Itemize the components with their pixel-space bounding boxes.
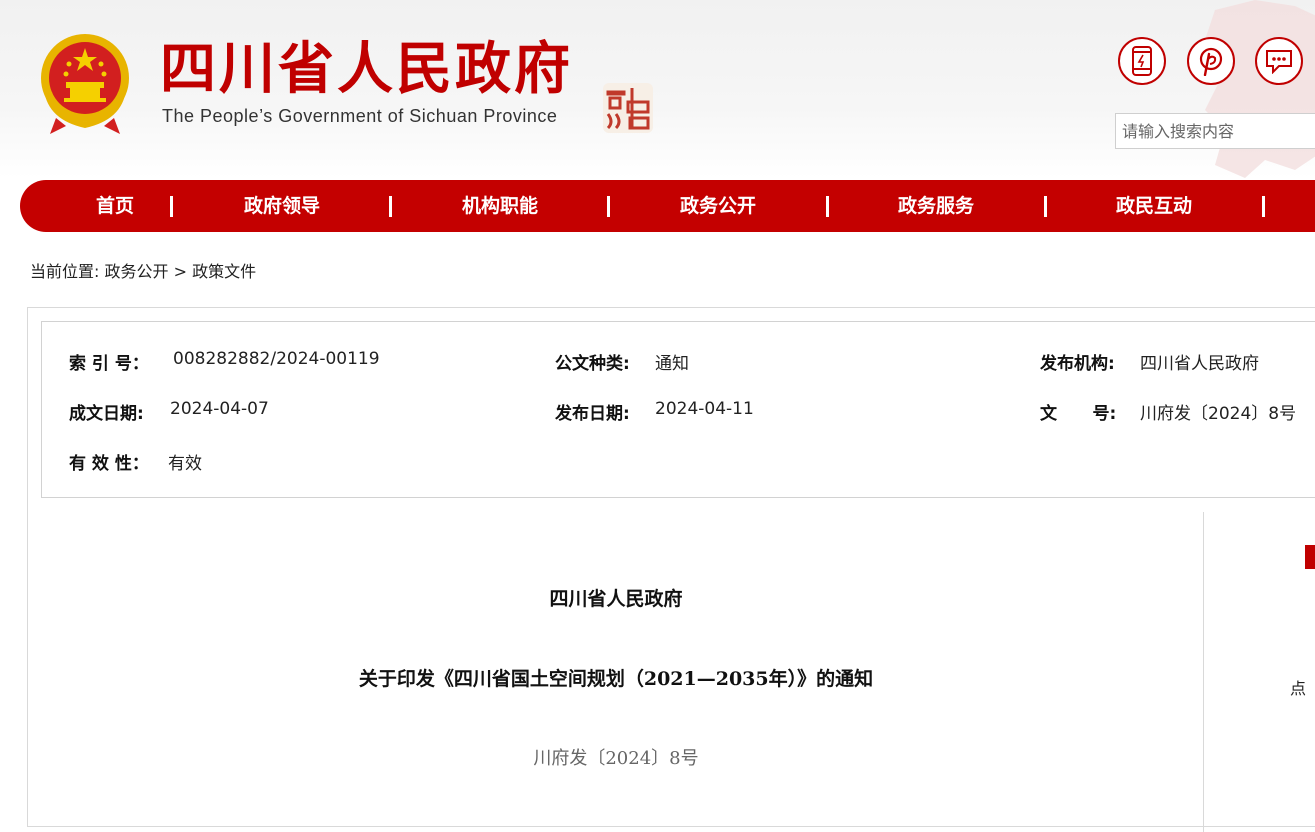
publisher-label: 发布机构:	[1040, 354, 1115, 374]
weibo-icon	[1199, 47, 1223, 76]
doc-type-label: 公文种类:	[555, 354, 630, 374]
breadcrumb-separator: >	[173, 262, 188, 281]
nav-separator	[389, 196, 392, 217]
index-number-value: 008282882/2024-00119	[173, 349, 380, 369]
doc-number-value: 川府发〔2024〕8号	[1140, 404, 1297, 424]
breadcrumb: 当前位置: 政务公开 > 政策文件	[30, 258, 256, 282]
nav-item-services[interactable]: 政务服务	[841, 180, 1031, 232]
nav-separator	[1262, 196, 1265, 217]
validity-label: 有 效 性：	[69, 454, 149, 474]
breadcrumb-public-affairs[interactable]: 政务公开	[105, 262, 169, 281]
written-date-label: 成文日期:	[69, 404, 144, 424]
sidebar-accent	[1305, 545, 1315, 569]
nav-item-public-affairs[interactable]: 政务公开	[623, 180, 813, 232]
weibo-button[interactable]	[1187, 37, 1235, 85]
index-number-label: 索 引 号：	[69, 354, 149, 374]
nav-separator	[826, 196, 829, 217]
nav-item-leaders[interactable]: 政府领导	[187, 180, 377, 232]
document-number: 川府发〔2024〕8号	[533, 748, 699, 769]
publish-date-label: 发布日期:	[555, 404, 630, 424]
seal-logo	[603, 83, 653, 133]
document-title: 关于印发《四川省国土空间规划（2021—2035年）》的通知	[358, 668, 874, 690]
site-title: 四川省人民政府	[160, 37, 573, 102]
nav-separator	[170, 196, 173, 217]
doc-type-value: 通知	[655, 354, 689, 374]
publisher-value: 四川省人民政府	[1140, 354, 1259, 374]
column-divider	[1203, 512, 1204, 832]
mobile-icon	[1132, 46, 1152, 76]
nav-separator	[607, 196, 610, 217]
national-emblem-icon	[41, 34, 129, 134]
document-metadata: 索 引 号： 008282882/2024-00119 公文种类: 通知 发布机…	[41, 321, 1315, 498]
publish-date-value: 2024-04-11	[655, 399, 754, 419]
doc-number-label: 文 号:	[1040, 404, 1117, 424]
breadcrumb-policy-documents[interactable]: 政策文件	[192, 262, 256, 281]
site-subtitle: The People’s Government of Sichuan Provi…	[162, 106, 558, 126]
document-issuer: 四川省人民政府	[549, 588, 683, 610]
validity-value: 有效	[168, 454, 202, 474]
nav-separator	[1044, 196, 1047, 217]
nav-item-interaction[interactable]: 政民互动	[1059, 180, 1249, 232]
written-date-value: 2024-04-07	[170, 399, 269, 419]
message-button[interactable]	[1255, 37, 1303, 85]
mobile-button[interactable]	[1118, 37, 1166, 85]
message-icon	[1266, 50, 1292, 74]
main-nav: 首页 政府领导 机构职能 政务公开 政务服务 政民互动	[20, 180, 1315, 232]
search-input[interactable]	[1115, 113, 1315, 149]
nav-item-functions[interactable]: 机构职能	[405, 180, 595, 232]
sidebar-text[interactable]: 点	[1290, 675, 1306, 699]
map-watermark	[1200, 0, 1315, 178]
breadcrumb-label: 当前位置:	[30, 262, 100, 281]
nav-item-home[interactable]: 首页	[20, 180, 210, 232]
site-header: 四川省人民政府 The People’s Government of Sichu…	[0, 0, 1315, 178]
